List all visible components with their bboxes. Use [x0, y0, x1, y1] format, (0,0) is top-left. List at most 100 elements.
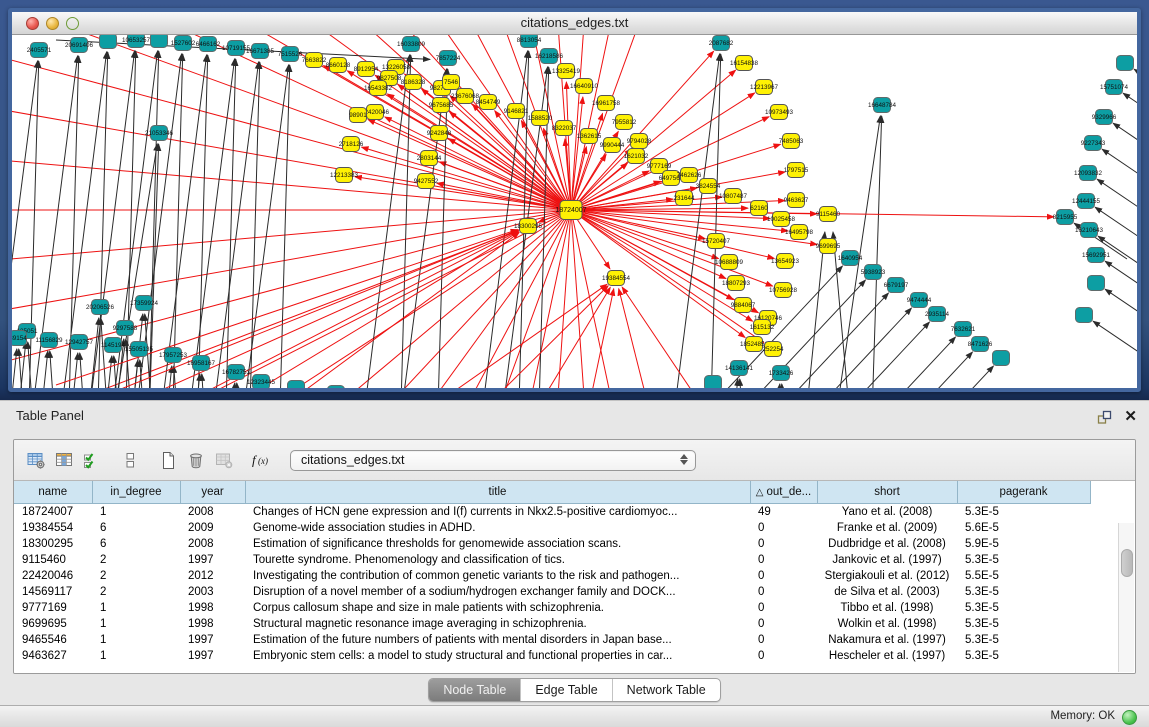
- graph-node[interactable]: 7515526: [278, 47, 303, 62]
- graph-node[interactable]: 9884067: [731, 298, 756, 313]
- graph-node[interactable]: 8813054: [517, 35, 542, 48]
- graph-node[interactable]: 9227343: [1081, 136, 1106, 151]
- graph-node[interactable]: 6466162: [196, 37, 221, 52]
- graph-node[interactable]: 7546: [443, 75, 460, 90]
- graph-node[interactable]: 8912954: [354, 62, 379, 77]
- table-row[interactable]: 946362711997Embryonic stem cells: a mode…: [14, 648, 1090, 664]
- graph-node[interactable]: 8322037: [552, 121, 577, 136]
- graph-node[interactable]: 16782753: [222, 365, 251, 380]
- graph-node[interactable]: 7485063: [779, 134, 804, 149]
- graph-node[interactable]: 1527602: [171, 36, 196, 51]
- graph-node[interactable]: 1621032: [624, 149, 649, 164]
- graph-node[interactable]: 11156829: [35, 333, 63, 348]
- graph-node[interactable]: 18807293: [722, 276, 751, 291]
- window-titlebar[interactable]: citations_edges.txt: [12, 12, 1137, 35]
- function-builder-icon[interactable]: f (x): [250, 448, 274, 472]
- network-canvas[interactable]: 1872400718300295193845542316442405571206…: [12, 35, 1137, 388]
- graph-node[interactable]: [1117, 56, 1134, 71]
- graph-node[interactable]: 9297588: [113, 321, 138, 336]
- table-row[interactable]: 1872400712008Changes of HCN gene express…: [14, 504, 1090, 521]
- graph-node[interactable]: 16961758: [592, 96, 621, 111]
- graph-node[interactable]: 16671385: [246, 44, 275, 59]
- column-header-name[interactable]: name: [14, 481, 92, 504]
- graph-node[interactable]: 7632621: [951, 322, 976, 337]
- table-row[interactable]: 946554611997Estimation of the future num…: [14, 632, 1090, 648]
- column-header-title[interactable]: title: [245, 481, 750, 504]
- graph-node[interactable]: 8660128: [326, 58, 351, 73]
- graph-node[interactable]: 17957253: [159, 348, 188, 363]
- table-scrollbar[interactable]: [1118, 523, 1134, 672]
- graph-node[interactable]: 1797515: [784, 163, 809, 178]
- table-scrollbar-thumb[interactable]: [1121, 549, 1133, 577]
- graph-node[interactable]: 9329966: [1092, 110, 1117, 125]
- column-header-out_de[interactable]: △out_de...: [750, 481, 817, 504]
- graph-node[interactable]: 16495798: [785, 225, 814, 240]
- clear-selection-icon[interactable]: [118, 448, 142, 472]
- graph-node[interactable]: 8454749: [476, 95, 501, 110]
- graph-node[interactable]: 12444155: [1072, 194, 1101, 209]
- graph-node[interactable]: 14136141: [725, 361, 754, 376]
- graph-node[interactable]: [705, 376, 722, 389]
- show-columns-icon[interactable]: [52, 448, 76, 472]
- graph-node[interactable]: 2718126: [339, 137, 364, 152]
- graph-node[interactable]: 1588520: [528, 111, 553, 126]
- column-header-in_degree[interactable]: in_degree: [92, 481, 180, 504]
- tab-node-table[interactable]: Node Table: [429, 679, 520, 701]
- graph-node[interactable]: 16648784: [868, 98, 897, 113]
- graph-node[interactable]: 21053346: [145, 126, 174, 141]
- network-window[interactable]: citations_edges.txt 18724007183002951938…: [8, 8, 1141, 392]
- graph-node[interactable]: 6679197: [884, 278, 909, 293]
- graph-node[interactable]: 8186328: [401, 75, 426, 90]
- graph-node[interactable]: 15692951: [1082, 248, 1111, 263]
- graph-node[interactable]: 9463627: [784, 193, 809, 208]
- graph-node[interactable]: 12213967: [750, 80, 779, 95]
- column-header-short[interactable]: short: [817, 481, 957, 504]
- graph-node[interactable]: 2935114: [925, 307, 950, 322]
- graph-node[interactable]: 20691406: [65, 38, 94, 53]
- table-row[interactable]: 1830029562008Estimation of significance …: [14, 536, 1090, 552]
- graph-node[interactable]: 8471626: [968, 337, 993, 352]
- memory-status-indicator[interactable]: [1122, 710, 1137, 725]
- graph-node[interactable]: 20206526: [86, 300, 115, 315]
- table-row[interactable]: 1456911722003Disruption of a novel membe…: [14, 584, 1090, 600]
- close-panel-icon[interactable]: ✕: [1124, 410, 1137, 424]
- graph-node[interactable]: [1076, 308, 1093, 323]
- graph-node[interactable]: 231644: [673, 191, 695, 206]
- graph-node[interactable]: 9115460: [816, 207, 841, 222]
- graph-node[interactable]: 12093832: [1074, 166, 1103, 181]
- column-header-pagerank[interactable]: pagerank: [957, 481, 1090, 504]
- graph-node[interactable]: 9699695: [816, 239, 841, 254]
- table-settings-icon[interactable]: [24, 448, 48, 472]
- new-table-icon[interactable]: [156, 448, 180, 472]
- table-row[interactable]: 1938455462009Genome-wide association stu…: [14, 520, 1090, 536]
- graph-node[interactable]: [993, 351, 1010, 366]
- graph-node[interactable]: 9990444: [600, 138, 625, 153]
- graph-node[interactable]: 2803144: [417, 151, 442, 166]
- table-row[interactable]: 977716911998Corpus callosum shape and si…: [14, 600, 1090, 616]
- graph-node[interactable]: 10653257: [122, 35, 151, 48]
- graph-node[interactable]: 2405571: [27, 43, 52, 58]
- graph-node[interactable]: 12213383: [330, 168, 359, 183]
- table-row[interactable]: 969969511998Structural magnetic resonanc…: [14, 616, 1090, 632]
- graph-node[interactable]: 16210643: [1075, 223, 1104, 238]
- table-row[interactable]: 2242004622012Investigating the contribut…: [14, 568, 1090, 584]
- graph-node[interactable]: 10807487: [719, 189, 748, 204]
- graph-node[interactable]: 19384554: [602, 271, 631, 286]
- graph-node[interactable]: 10973493: [765, 105, 794, 120]
- graph-node[interactable]: [288, 381, 305, 389]
- graph-node[interactable]: 252254: [762, 342, 784, 357]
- graph-node[interactable]: 9794028: [627, 134, 652, 149]
- graph-node[interactable]: 10688809: [715, 255, 744, 270]
- column-header-year[interactable]: year: [180, 481, 245, 504]
- select-all-icon[interactable]: [80, 448, 104, 472]
- graph-node[interactable]: [1088, 276, 1105, 291]
- table-selector-dropdown[interactable]: citations_edges.txt: [290, 450, 696, 471]
- graph-node[interactable]: 16154838: [730, 56, 759, 71]
- graph-node[interactable]: 98901: [349, 108, 367, 123]
- graph-node[interactable]: 7857224: [436, 51, 461, 66]
- tab-network-table[interactable]: Network Table: [612, 679, 720, 701]
- delete-table-icon[interactable]: [184, 448, 208, 472]
- graph-node[interactable]: 10756928: [769, 283, 798, 298]
- graph-node[interactable]: 5938923: [861, 265, 886, 280]
- graph-node[interactable]: 1145194: [101, 338, 126, 353]
